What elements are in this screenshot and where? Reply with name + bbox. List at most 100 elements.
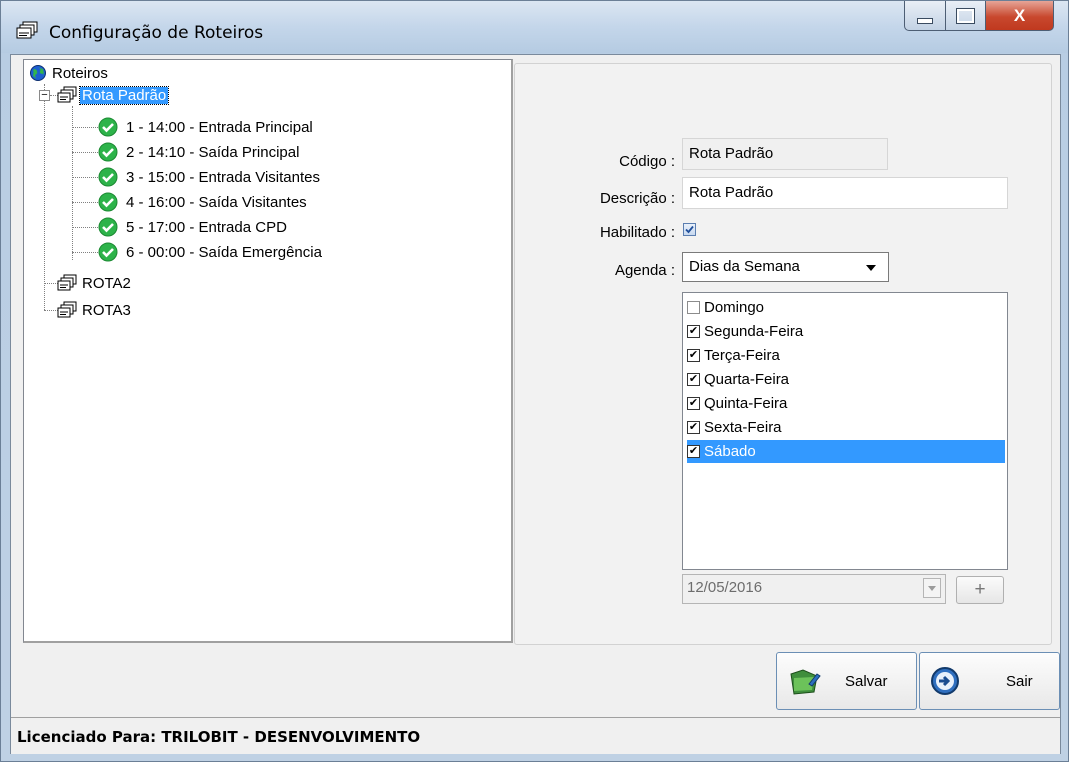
tree-connector	[72, 152, 98, 153]
client-area: Roteiros − Rota Padrão 1 - 14:00 - Entra…	[10, 54, 1061, 754]
route-details-panel: Código : Rota Padrão Descrição : Rota Pa…	[514, 63, 1052, 645]
weekday-label: Sábado	[704, 443, 756, 460]
descricao-label: Descrição :	[599, 190, 675, 207]
window-title: Configuração de Roteiros	[49, 23, 264, 43]
tree-route-label: Rota Padrão	[78, 85, 170, 105]
checkbox-checked-icon: ✔	[687, 349, 700, 362]
checkbox-icon	[687, 301, 700, 314]
tree-item-route[interactable]: Rota Padrão	[56, 84, 170, 106]
chevron-down-icon	[866, 265, 876, 271]
weekday-label: Segunda-Feira	[704, 323, 804, 340]
tree-root[interactable]: Roteiros	[30, 62, 110, 84]
checkpoint-label: 3 - 15:00 - Entrada Visitantes	[126, 168, 321, 186]
codigo-field: Rota Padrão	[682, 138, 888, 170]
checkbox-checked-icon: ✔	[687, 325, 700, 338]
checkbox-checked-icon: ✔	[687, 373, 700, 386]
maximize-button[interactable]	[946, 1, 986, 31]
date-picker: 12/05/2016	[682, 574, 946, 604]
status-bar: Licenciado Para: TRILOBIT - DESENVOLVIME…	[11, 717, 1060, 754]
tree-connector	[72, 106, 73, 260]
tree-item-checkpoint[interactable]: 5 - 17:00 - Entrada CPD	[98, 216, 289, 238]
agenda-select[interactable]: Dias da Semana	[682, 252, 889, 282]
tree-connector	[72, 227, 98, 228]
maximize-icon	[956, 7, 975, 24]
globe-icon	[30, 65, 46, 81]
checkmark-icon	[685, 225, 694, 234]
tree-item-checkpoint[interactable]: 4 - 16:00 - Saída Visitantes	[98, 191, 309, 213]
habilitado-checkbox[interactable]	[683, 223, 696, 236]
checkpoint-label: 5 - 17:00 - Entrada CPD	[126, 218, 287, 236]
add-date-button: +	[956, 576, 1004, 604]
title-bar[interactable]: Configuração de Roteiros X	[1, 1, 1068, 53]
routes-tree[interactable]: Roteiros − Rota Padrão 1 - 14:00 - Entra…	[23, 59, 513, 643]
weekday-item[interactable]: ✔ Sexta-Feira	[687, 416, 782, 439]
minimize-button[interactable]	[904, 1, 946, 31]
save-button[interactable]: Salvar	[776, 652, 917, 710]
weekday-label: Sexta-Feira	[704, 419, 782, 436]
tree-item-checkpoint[interactable]: 1 - 14:00 - Entrada Principal	[98, 116, 315, 138]
weekday-item[interactable]: ✔ Quinta-Feira	[687, 392, 787, 415]
codigo-value: Rota Padrão	[689, 145, 774, 162]
routes-stack-icon	[57, 274, 77, 291]
checkpoint-label: 6 - 00:00 - Saída Emergência	[126, 243, 322, 261]
tree-route-label: ROTA3	[82, 301, 131, 319]
routes-stack-icon	[57, 301, 77, 318]
check-ok-icon	[98, 192, 118, 212]
weekday-label: Quinta-Feira	[704, 395, 788, 412]
check-ok-icon	[98, 217, 118, 237]
checkpoint-label: 1 - 14:00 - Entrada Principal	[126, 118, 313, 136]
collapse-toggle[interactable]: −	[39, 90, 50, 101]
checkbox-checked-icon: ✔	[687, 445, 700, 458]
date-value: 12/05/2016	[687, 579, 763, 596]
close-button[interactable]: X	[986, 1, 1054, 31]
weekday-item[interactable]: ✔ Sábado	[687, 440, 1005, 463]
weekday-item[interactable]: ✔ Segunda-Feira	[687, 320, 803, 343]
check-ok-icon	[98, 167, 118, 187]
agenda-value: Dias da Semana	[689, 258, 800, 275]
weekday-item[interactable]: ✔ Quarta-Feira	[687, 368, 789, 391]
save-folder-icon	[790, 669, 821, 695]
check-ok-icon	[98, 117, 118, 137]
tree-item-route[interactable]: ROTA3	[56, 299, 133, 321]
weekday-item[interactable]: Domingo	[687, 296, 764, 319]
checkpoint-label: 2 - 14:10 - Saída Principal	[126, 143, 300, 161]
agenda-label: Agenda :	[614, 262, 675, 279]
tree-connector	[72, 127, 98, 128]
weekdays-checklist[interactable]: Domingo ✔ Segunda-Feira ✔ Terça-Feira ✔ …	[682, 292, 1008, 570]
tree-connector	[72, 252, 98, 253]
check-ok-icon	[98, 142, 118, 162]
minimize-icon	[917, 17, 933, 24]
tree-connector	[72, 177, 98, 178]
weekday-label: Quarta-Feira	[704, 371, 790, 388]
weekday-label: Domingo	[704, 299, 765, 316]
close-icon: X	[1013, 5, 1026, 25]
tree-item-route[interactable]: ROTA2	[56, 272, 133, 294]
tree-connector	[44, 84, 45, 310]
license-text: Licenciado Para: TRILOBIT - DESENVOLVIME…	[17, 728, 421, 746]
routes-stack-icon	[16, 21, 38, 39]
weekday-label: Terça-Feira	[704, 347, 780, 364]
descricao-value: Rota Padrão	[689, 184, 774, 201]
routes-stack-icon	[57, 86, 77, 103]
checkbox-checked-icon: ✔	[687, 397, 700, 410]
weekday-item[interactable]: ✔ Terça-Feira	[687, 344, 780, 367]
check-ok-icon	[98, 242, 118, 262]
exit-button[interactable]: Sair	[919, 652, 1060, 710]
exit-button-label: Sair	[1006, 672, 1033, 690]
app-window: Configuração de Roteiros X Roteiros − Ro…	[0, 0, 1069, 762]
date-dropdown-button	[923, 578, 941, 598]
tree-route-label: ROTA2	[82, 274, 131, 292]
exit-arrow-icon	[931, 667, 959, 695]
tree-item-checkpoint[interactable]: 3 - 15:00 - Entrada Visitantes	[98, 166, 322, 188]
tree-root-label: Roteiros	[52, 64, 108, 82]
tree-item-checkpoint[interactable]: 6 - 00:00 - Saída Emergência	[98, 241, 324, 263]
descricao-field[interactable]: Rota Padrão	[682, 177, 1008, 209]
tree-connector	[72, 202, 98, 203]
plus-icon: +	[974, 579, 986, 600]
codigo-label: Código :	[619, 153, 675, 170]
checkbox-checked-icon: ✔	[687, 421, 700, 434]
tree-item-checkpoint[interactable]: 2 - 14:10 - Saída Principal	[98, 141, 301, 163]
caption-buttons: X	[904, 1, 1054, 35]
habilitado-label: Habilitado :	[599, 224, 675, 241]
checkpoint-label: 4 - 16:00 - Saída Visitantes	[126, 193, 307, 211]
